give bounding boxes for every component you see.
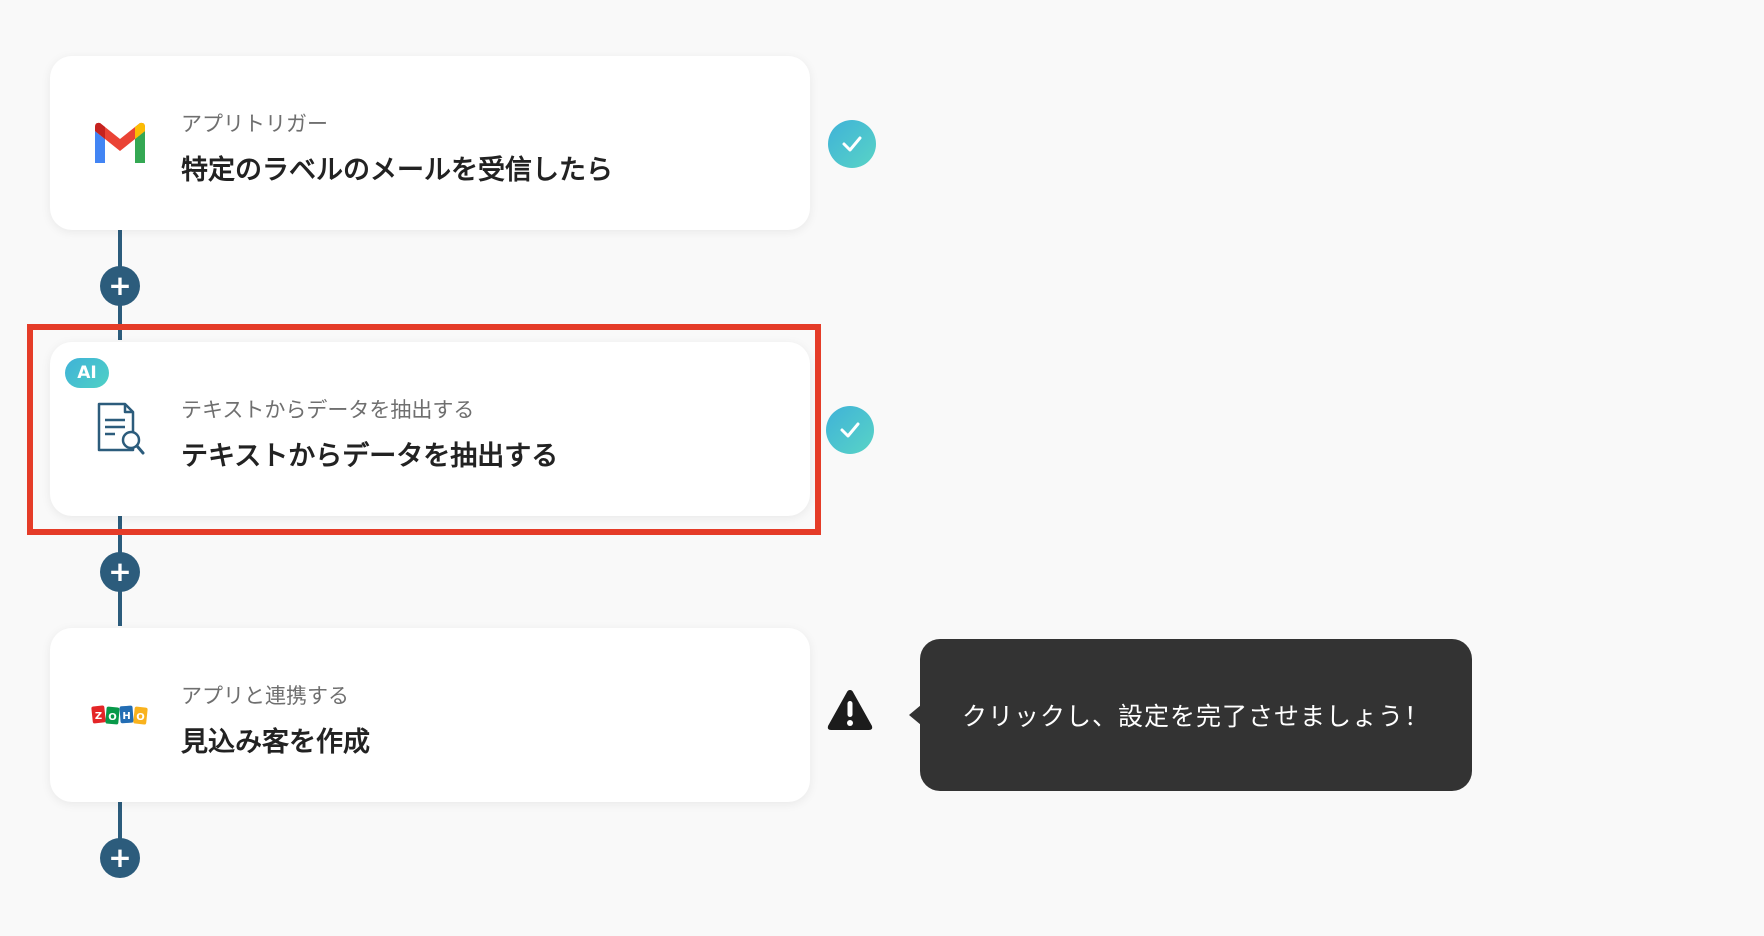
add-step-button[interactable]: +	[100, 838, 140, 878]
step-complete-check-icon	[828, 120, 876, 168]
step-complete-check-icon	[826, 406, 874, 454]
step-warning-icon[interactable]	[826, 688, 874, 732]
flow-step-card-trigger[interactable]: アプリトリガー 特定のラベルのメールを受信したら	[50, 56, 810, 230]
ai-badge: AI	[65, 358, 109, 388]
step-type-label: アプリトリガー	[181, 112, 328, 136]
plus-icon: +	[108, 555, 132, 588]
plus-icon: +	[108, 269, 132, 302]
flow-step-card-zoho[interactable]: Z O H O アプリと連携する 見込み客を作成	[50, 628, 810, 802]
tooltip-text: クリックし、設定を完了させましょう！	[961, 702, 1430, 731]
step-title: 見込み客を作成	[181, 727, 370, 758]
svg-text:O: O	[136, 712, 145, 723]
step-type-label: テキストからデータを抽出する	[181, 398, 475, 422]
document-search-icon	[90, 402, 150, 456]
setup-prompt-tooltip: クリックし、設定を完了させましょう！	[909, 639, 1472, 791]
add-step-button[interactable]: +	[100, 266, 140, 306]
svg-text:H: H	[122, 711, 130, 722]
svg-text:O: O	[108, 712, 117, 723]
gmail-icon	[90, 116, 150, 170]
step-type-label: アプリと連携する	[181, 684, 349, 708]
zoho-icon: Z O H O	[90, 688, 150, 742]
svg-text:Z: Z	[95, 711, 102, 722]
add-step-button[interactable]: +	[100, 552, 140, 592]
flow-step-card-ai-extract[interactable]: AI テキストからデータを抽出する テキストからデータを抽出する	[50, 342, 810, 516]
step-title: テキストからデータを抽出する	[181, 441, 559, 472]
plus-icon: +	[108, 841, 132, 874]
step-title: 特定のラベルのメールを受信したら	[181, 155, 613, 186]
